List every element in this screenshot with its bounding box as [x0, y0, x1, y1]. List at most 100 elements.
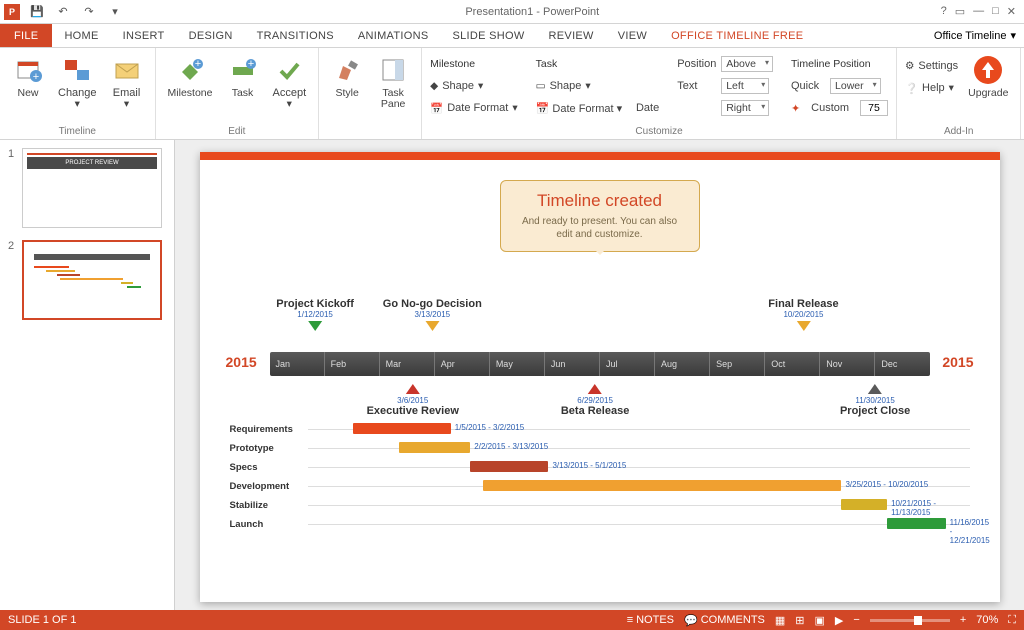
ribbon: +New Change▾ Email▾ Timeline +Milestone …: [0, 48, 1024, 140]
zoom-value: 70%: [976, 614, 998, 626]
slide-thumb-1[interactable]: PROJECT REVIEW: [22, 148, 162, 228]
svg-text:+: +: [247, 58, 253, 70]
month-cell: Oct: [765, 352, 820, 376]
task-section-label: Task: [536, 54, 660, 74]
qat-dropdown-icon[interactable]: ▾: [106, 3, 124, 21]
milestone-marker: Final Release10/20/2015: [768, 298, 838, 333]
maximize-icon[interactable]: □: [992, 5, 999, 18]
group-customize-label: Customize: [430, 124, 888, 137]
zoom-in-icon[interactable]: +: [960, 614, 966, 626]
task-shape-dropdown[interactable]: ▭ Shape ▾: [536, 76, 660, 96]
window-title: Presentation1 - PowerPoint: [124, 6, 941, 18]
group-timeline-label: Timeline: [59, 124, 96, 137]
view-reading-icon[interactable]: ▣: [815, 614, 825, 627]
task-row: Launch11/16/2015 - 12/21/2015: [230, 515, 970, 533]
tab-review[interactable]: REVIEW: [537, 24, 606, 47]
month-cell: Jun: [545, 352, 600, 376]
view-slideshow-icon[interactable]: ▶: [835, 614, 843, 627]
tab-office-timeline[interactable]: OFFICE TIMELINE FREE: [659, 24, 815, 47]
month-cell: Sep: [710, 352, 765, 376]
zoom-slider[interactable]: [870, 619, 950, 622]
titlebar: P 💾 ↶ ↷ ▾ Presentation1 - PowerPoint ? ▭…: [0, 0, 1024, 24]
callout-tooltip: Timeline created And ready to present. Y…: [500, 180, 700, 252]
task-row: Requirements1/5/2015 - 3/2/2015: [230, 420, 970, 438]
comments-button[interactable]: 💬 COMMENTS: [684, 614, 765, 627]
slide-canvas[interactable]: Timeline created And ready to present. Y…: [200, 152, 1000, 602]
tab-insert[interactable]: INSERT: [111, 24, 177, 47]
group-edit-label: Edit: [228, 124, 245, 137]
save-icon[interactable]: 💾: [28, 3, 46, 21]
milestone-marker: 3/6/2015Executive Review: [367, 382, 459, 417]
milestone-section-label: Milestone: [430, 54, 518, 74]
workspace: 1 PROJECT REVIEW 2: [0, 140, 1024, 610]
ribbon-toggle-icon[interactable]: ▭: [955, 5, 965, 18]
slide-counter: SLIDE 1 OF 1: [8, 614, 76, 626]
milestone-marker: 6/29/2015Beta Release: [561, 382, 630, 417]
slide-thumbnails: 1 PROJECT REVIEW 2: [0, 140, 175, 610]
svg-text:+: +: [33, 71, 39, 83]
email-button[interactable]: Email▾: [107, 52, 147, 112]
quick-select[interactable]: Lower: [830, 78, 881, 94]
task-dateformat-dropdown[interactable]: 📅 Date Format ▾: [536, 102, 622, 115]
month-cell: Nov: [820, 352, 875, 376]
minimize-icon[interactable]: —: [973, 5, 984, 18]
milestone-shape-dropdown[interactable]: ◆ Shape ▾: [430, 76, 518, 96]
view-normal-icon[interactable]: ▦: [775, 614, 785, 627]
tab-home[interactable]: HOME: [52, 24, 110, 47]
milestone-marker: 11/30/2015Project Close: [840, 382, 910, 417]
tab-animations[interactable]: ANIMATIONS: [346, 24, 441, 47]
ribbon-tabs: FILE HOME INSERT DESIGN TRANSITIONS ANIM…: [0, 24, 1024, 48]
view-sorter-icon[interactable]: ⊞: [795, 614, 804, 627]
tab-slideshow[interactable]: SLIDE SHOW: [440, 24, 536, 47]
settings-button[interactable]: ⚙ Settings: [905, 56, 958, 76]
task-button[interactable]: +Task: [223, 52, 263, 101]
milestone-marker: Project Kickoff1/12/2015: [276, 298, 354, 333]
help-icon[interactable]: ?: [941, 5, 947, 18]
month-cell: Aug: [655, 352, 710, 376]
timeline-position-label: Timeline Position: [791, 54, 888, 74]
upgrade-button[interactable]: Upgrade: [964, 52, 1012, 101]
undo-icon[interactable]: ↶: [54, 3, 72, 21]
close-icon[interactable]: ✕: [1007, 5, 1016, 18]
new-button[interactable]: +New: [8, 52, 48, 101]
month-cell: Jul: [600, 352, 655, 376]
milestone-button[interactable]: +Milestone: [164, 52, 217, 101]
statusbar: SLIDE 1 OF 1 ≡ NOTES 💬 COMMENTS ▦ ⊞ ▣ ▶ …: [0, 610, 1024, 630]
tab-transitions[interactable]: TRANSITIONS: [245, 24, 346, 47]
milestone-marker: Go No-go Decision3/13/2015: [383, 298, 482, 333]
group-addin-label: Add-In: [944, 124, 973, 137]
month-cell: Mar: [380, 352, 435, 376]
month-cell: Feb: [325, 352, 380, 376]
style-button[interactable]: Style: [327, 52, 367, 101]
milestone-dateformat-dropdown[interactable]: 📅 Date Format ▾: [430, 98, 518, 118]
accept-button[interactable]: Accept▾: [269, 52, 311, 112]
tab-view[interactable]: VIEW: [606, 24, 659, 47]
redo-icon[interactable]: ↷: [80, 3, 98, 21]
task-row: Specs3/13/2015 - 5/1/2015: [230, 458, 970, 476]
month-cell: Apr: [435, 352, 490, 376]
task-row: Prototype2/2/2015 - 3/13/2015: [230, 439, 970, 457]
date-label: Date: [636, 102, 659, 114]
tab-file[interactable]: FILE: [0, 24, 52, 47]
app-icon: P: [4, 4, 20, 20]
text2-select[interactable]: Right: [721, 100, 769, 116]
taskpane-button[interactable]: Task Pane: [373, 52, 413, 112]
gantt-chart: Requirements1/5/2015 - 3/2/2015Prototype…: [230, 420, 970, 534]
help-button[interactable]: ❔ Help ▾: [905, 78, 958, 98]
month-cell: Dec: [875, 352, 929, 376]
text-select[interactable]: Left: [721, 78, 769, 94]
tab-office-timeline-right[interactable]: Office Timeline: [934, 30, 1007, 42]
position-select[interactable]: Above: [721, 56, 773, 72]
month-cell: Jan: [270, 352, 325, 376]
slide-thumb-2[interactable]: [22, 240, 162, 320]
zoom-out-icon[interactable]: −: [853, 614, 859, 626]
tab-design[interactable]: DESIGN: [177, 24, 245, 47]
task-row: Development3/25/2015 - 10/20/2015: [230, 477, 970, 495]
custom-input[interactable]: [860, 100, 888, 116]
svg-text:+: +: [195, 58, 201, 70]
change-button[interactable]: Change▾: [54, 52, 101, 112]
month-cell: May: [490, 352, 545, 376]
task-row: Stabilize10/21/2015 - 11/13/2015: [230, 496, 970, 514]
fit-icon[interactable]: ⛶: [1008, 614, 1016, 627]
notes-button[interactable]: ≡ NOTES: [627, 614, 674, 626]
